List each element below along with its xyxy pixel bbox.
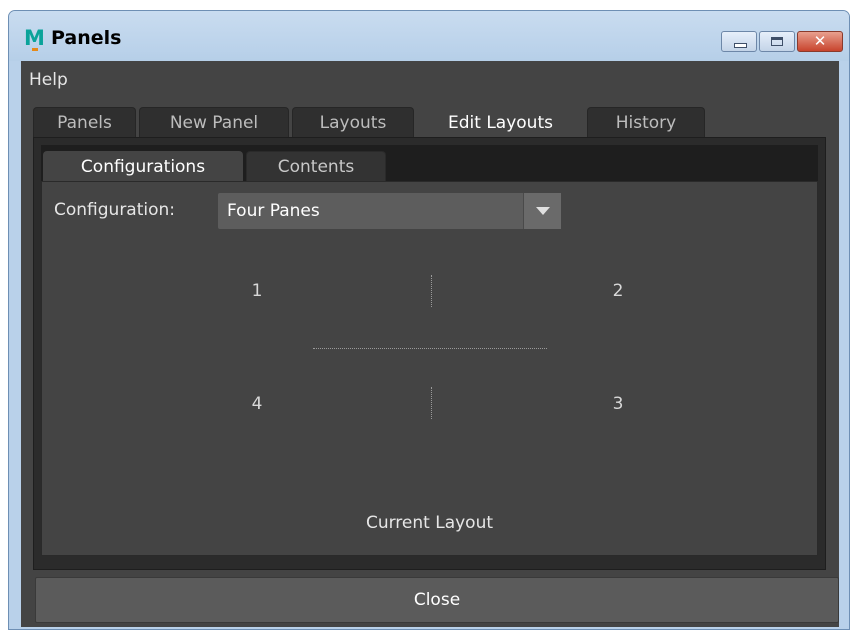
panels-window: M Panels ✕ Help Panels New Panel Layouts… — [8, 10, 850, 630]
close-icon: ✕ — [813, 32, 827, 50]
edit-layouts-panel: Configurations Contents Configuration: F… — [33, 137, 826, 570]
pane-label-4: 4 — [251, 394, 263, 414]
dropdown-arrow-button[interactable] — [523, 193, 561, 229]
tab-layouts[interactable]: Layouts — [292, 107, 414, 137]
menu-bar: Help — [21, 61, 839, 97]
inner-tab-bar: Configurations Contents — [41, 145, 818, 182]
pane-divider-vertical-top[interactable] — [431, 275, 432, 307]
tab-history[interactable]: History — [587, 107, 705, 137]
window-client: Help Panels New Panel Layouts Edit Layou… — [21, 61, 839, 627]
menu-help[interactable]: Help — [29, 70, 68, 90]
maximize-icon — [771, 37, 783, 46]
title-bar[interactable]: M Panels ✕ — [9, 11, 849, 61]
tab-panels[interactable]: Panels — [33, 107, 136, 137]
window-controls: ✕ — [721, 31, 843, 52]
tab-contents[interactable]: Contents — [246, 151, 386, 182]
maya-app-icon: M — [24, 26, 45, 51]
current-layout-caption: Current Layout — [365, 513, 494, 533]
maximize-button[interactable] — [759, 31, 795, 52]
tab-configurations[interactable]: Configurations — [43, 151, 243, 182]
tab-edit-layouts[interactable]: Edit Layouts — [417, 107, 584, 139]
chevron-down-icon — [536, 207, 550, 215]
configuration-label: Configuration: — [54, 200, 176, 220]
pane-divider-horizontal[interactable] — [313, 348, 547, 349]
configuration-value: Four Panes — [227, 201, 320, 221]
pane-divider-vertical-bottom[interactable] — [431, 387, 432, 419]
configuration-dropdown[interactable]: Four Panes — [218, 193, 561, 229]
configurations-panel: Configuration: Four Panes 1 2 3 4 Curren… — [41, 181, 818, 556]
close-window-button[interactable]: ✕ — [797, 31, 843, 52]
pane-label-1: 1 — [251, 281, 263, 301]
minimize-button[interactable] — [721, 31, 757, 52]
close-button[interactable]: Close — [35, 577, 839, 623]
pane-label-3: 3 — [612, 394, 624, 414]
tab-new-panel[interactable]: New Panel — [139, 107, 289, 137]
minimize-icon — [734, 43, 747, 48]
window-title: Panels — [51, 27, 122, 49]
pane-label-2: 2 — [612, 281, 624, 301]
